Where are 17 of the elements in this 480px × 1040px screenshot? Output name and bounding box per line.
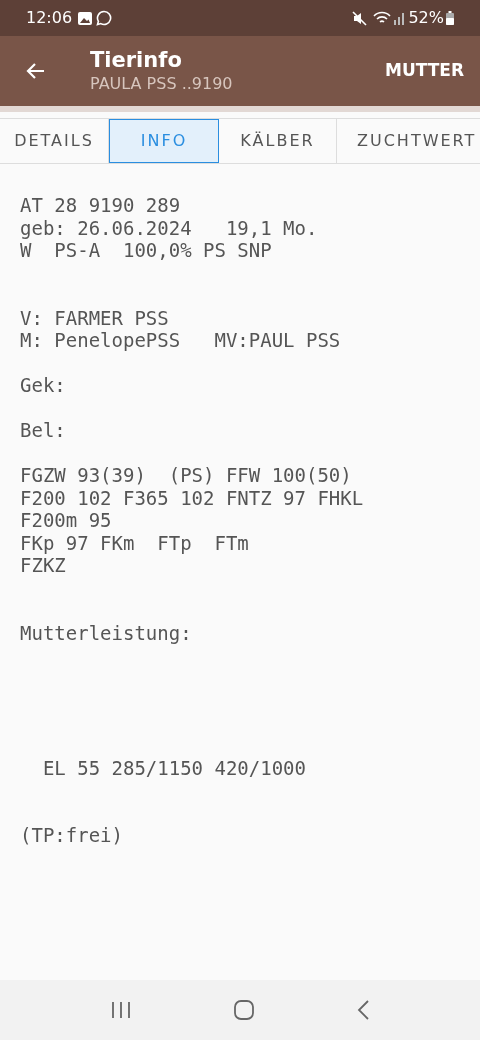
- recent-apps-icon[interactable]: [110, 1001, 133, 1019]
- tab[interactable]: ZUCHTWERT: [337, 119, 480, 163]
- battery-percent: 52%: [408, 7, 444, 29]
- tab[interactable]: KÄLBER: [219, 119, 337, 163]
- wifi-icon: [373, 11, 392, 25]
- back-icon[interactable]: [355, 999, 370, 1021]
- mutter-button[interactable]: MUTTER: [385, 58, 464, 84]
- chat-bubble-icon: [96, 10, 113, 26]
- home-icon[interactable]: [233, 999, 255, 1021]
- battery-icon: [446, 11, 454, 25]
- toolbar-subtitle: PAULA PSS ..9190: [90, 73, 234, 95]
- info-text: AT 28 9190 289 geb: 26.06.2024 19,1 Mo. W PS-A 100,0% PS SNP V: FARMER PSS M: PenelopePSS MV:PAUL PSS Gek: Bel: FGZW 93(39) (PS) FFW 100(50) F200 102 F365 102 FNTZ 97 FHKL F200m 95 FKp 97 FKm FTp FTm FZKZ Mutterleistung: EL 55 285/1150 420/1000 (TP:frei): [20, 194, 365, 847]
- mute-icon: [352, 10, 368, 26]
- status-time: 12:06: [26, 7, 73, 29]
- signal-icon: [393, 11, 406, 25]
- image-icon: [78, 11, 93, 25]
- toolbar-title: Tierinfo: [90, 47, 183, 73]
